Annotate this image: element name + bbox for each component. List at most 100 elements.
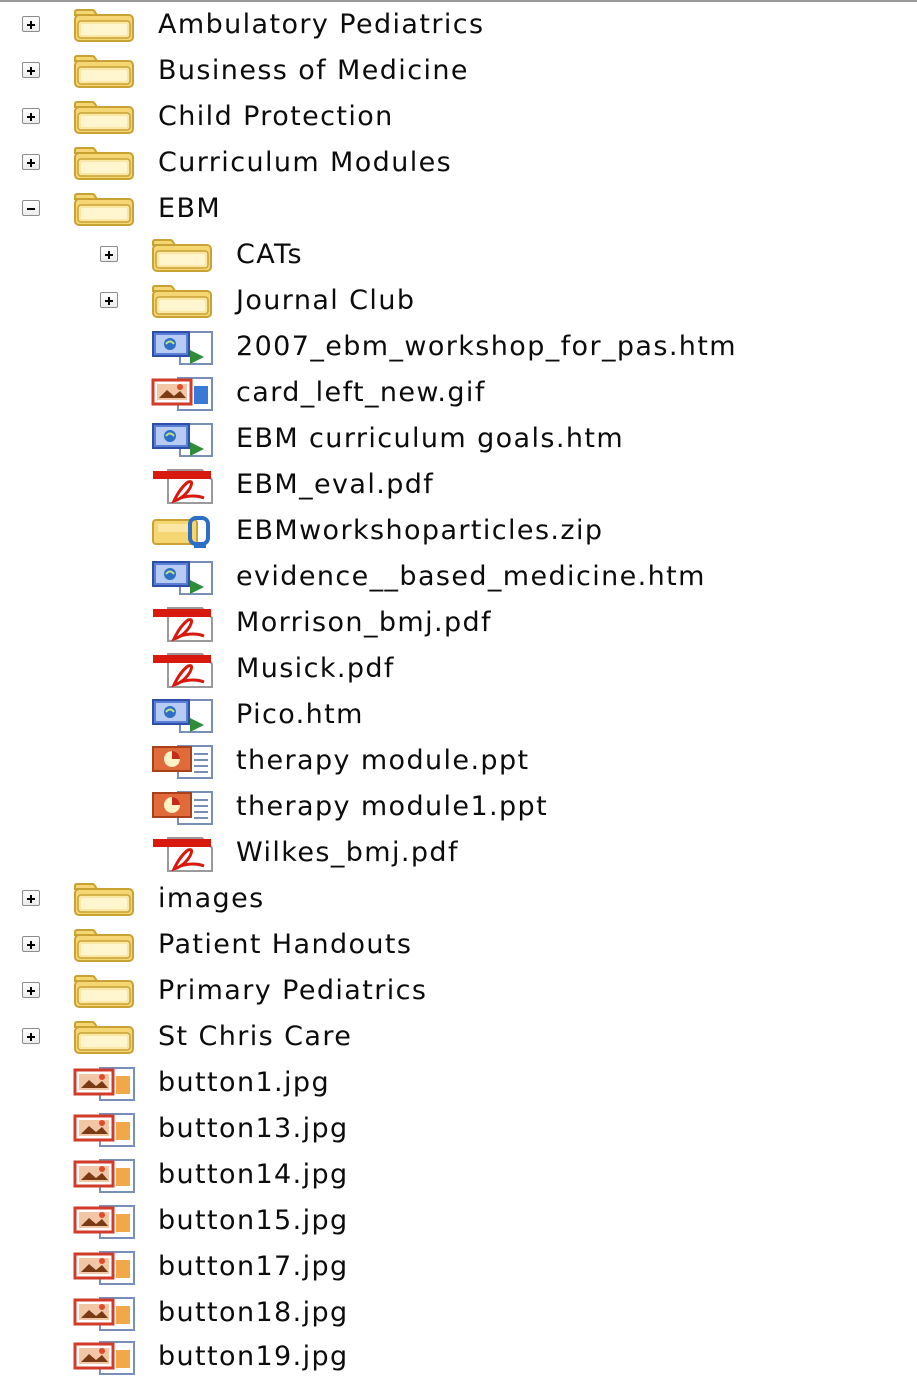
tree-item-label: CATs xyxy=(236,239,303,270)
tree-item-label: card_left_new.gif xyxy=(236,377,486,408)
tree-item-file-jpg[interactable]: button13.jpg xyxy=(0,1106,917,1152)
tree-item-curriculum-modules[interactable]: Curriculum Modules xyxy=(0,140,917,186)
tree-item-file-pdf[interactable]: Musick.pdf xyxy=(0,646,917,692)
pdf-file-icon xyxy=(150,606,216,642)
tree-item-file-jpg[interactable]: button1.jpg xyxy=(0,1060,917,1106)
html-file-icon xyxy=(150,422,216,458)
powerpoint-file-icon xyxy=(150,744,216,780)
tree-item-label: St Chris Care xyxy=(158,1021,353,1052)
tree-item-label: evidence__based_medicine.htm xyxy=(236,561,706,592)
folder-icon xyxy=(72,974,138,1010)
tree-item-label: EBM xyxy=(158,193,222,224)
tree-item-file-jpg[interactable]: button17.jpg xyxy=(0,1244,917,1290)
tree-item-cats[interactable]: CATs xyxy=(0,232,917,278)
tree-item-business-of-medicine[interactable]: Business of Medicine xyxy=(0,48,917,94)
tree-item-label: EBM curriculum goals.htm xyxy=(236,423,625,454)
tree-item-label: 2007_ebm_workshop_for_pas.htm xyxy=(236,331,737,362)
tree-item-file-htm[interactable]: 2007_ebm_workshop_for_pas.htm xyxy=(0,324,917,370)
tree-item-file-htm[interactable]: Pico.htm xyxy=(0,692,917,738)
tree-item-file-pdf[interactable]: Morrison_bmj.pdf xyxy=(0,600,917,646)
folder-icon xyxy=(72,146,138,182)
jpg-image-icon xyxy=(72,1112,138,1148)
html-file-icon xyxy=(150,698,216,734)
expand-toggle[interactable] xyxy=(22,982,40,998)
html-file-icon xyxy=(150,560,216,596)
collapse-toggle[interactable] xyxy=(22,200,40,216)
tree-item-images[interactable]: images xyxy=(0,876,917,922)
folder-icon xyxy=(72,882,138,918)
tree-item-label: images xyxy=(158,883,265,914)
tree-item-primary-pediatrics[interactable]: Primary Pediatrics xyxy=(0,968,917,1014)
expand-toggle[interactable] xyxy=(22,1028,40,1044)
tree-item-child-protection[interactable]: Child Protection xyxy=(0,94,917,140)
tree-item-label: Morrison_bmj.pdf xyxy=(236,607,492,638)
html-file-icon xyxy=(150,330,216,366)
jpg-image-icon xyxy=(72,1158,138,1194)
tree-item-label: Wilkes_bmj.pdf xyxy=(236,837,459,868)
tree-item-label: button15.jpg xyxy=(158,1205,349,1236)
jpg-image-icon xyxy=(72,1204,138,1240)
tree-item-ambulatory-pediatrics[interactable]: Ambulatory Pediatrics xyxy=(0,2,917,48)
tree-item-label: Child Protection xyxy=(158,101,394,132)
expand-toggle[interactable] xyxy=(22,62,40,78)
expand-toggle[interactable] xyxy=(100,292,118,308)
folder-icon xyxy=(72,54,138,90)
pdf-file-icon xyxy=(150,836,216,872)
tree-item-label: Curriculum Modules xyxy=(158,147,453,178)
tree-item-file-ppt[interactable]: therapy module.ppt xyxy=(0,738,917,784)
tree-item-file-htm[interactable]: EBM curriculum goals.htm xyxy=(0,416,917,462)
tree-item-label: Primary Pediatrics xyxy=(158,975,428,1006)
tree-item-file-zip[interactable]: EBMworkshoparticles.zip xyxy=(0,508,917,554)
expand-toggle[interactable] xyxy=(22,890,40,906)
folder-icon xyxy=(72,928,138,964)
expand-toggle[interactable] xyxy=(100,246,118,262)
folder-icon xyxy=(150,284,216,320)
powerpoint-file-icon xyxy=(150,790,216,826)
gif-image-icon xyxy=(150,376,216,412)
expand-toggle[interactable] xyxy=(22,108,40,124)
tree-item-label: Business of Medicine xyxy=(158,55,469,86)
tree-item-label: Ambulatory Pediatrics xyxy=(158,9,485,40)
tree-item-file-htm[interactable]: evidence__based_medicine.htm xyxy=(0,554,917,600)
jpg-image-icon xyxy=(72,1296,138,1332)
jpg-image-icon xyxy=(72,1340,138,1376)
tree-item-file-jpg[interactable]: button15.jpg xyxy=(0,1198,917,1244)
tree-item-label: button13.jpg xyxy=(158,1113,349,1144)
folder-icon xyxy=(72,8,138,44)
tree-item-label: EBM_eval.pdf xyxy=(236,469,435,500)
folder-icon xyxy=(72,1020,138,1056)
tree-item-label: Patient Handouts xyxy=(158,929,413,960)
tree-item-patient-handouts[interactable]: Patient Handouts xyxy=(0,922,917,968)
tree-item-file-ppt[interactable]: therapy module1.ppt xyxy=(0,784,917,830)
tree-item-file-pdf[interactable]: EBM_eval.pdf xyxy=(0,462,917,508)
tree-item-label: button14.jpg xyxy=(158,1159,349,1190)
tree-item-file-pdf[interactable]: Wilkes_bmj.pdf xyxy=(0,830,917,876)
jpg-image-icon xyxy=(72,1250,138,1286)
folder-icon xyxy=(72,100,138,136)
jpg-image-icon xyxy=(72,1066,138,1102)
tree-item-label: button19.jpg xyxy=(158,1341,349,1372)
tree-item-label: EBMworkshoparticles.zip xyxy=(236,515,604,546)
tree-item-label: therapy module.ppt xyxy=(236,745,530,776)
pdf-file-icon xyxy=(150,468,216,504)
tree-item-label: therapy module1.ppt xyxy=(236,791,549,822)
folder-open-icon xyxy=(72,192,138,228)
tree-item-label: button17.jpg xyxy=(158,1251,349,1282)
zip-archive-icon xyxy=(150,514,216,550)
tree-item-file-jpg[interactable]: button18.jpg xyxy=(0,1290,917,1336)
tree-item-ebm[interactable]: EBM xyxy=(0,186,917,232)
folder-tree: Ambulatory Pediatrics Business of Medici… xyxy=(0,0,917,1375)
expand-toggle[interactable] xyxy=(22,936,40,952)
tree-item-file-jpg[interactable]: button19.jpg xyxy=(0,1334,917,1380)
tree-item-st-chris-care[interactable]: St Chris Care xyxy=(0,1014,917,1060)
tree-item-journal-club[interactable]: Journal Club xyxy=(0,278,917,324)
expand-toggle[interactable] xyxy=(22,154,40,170)
tree-item-file-gif[interactable]: card_left_new.gif xyxy=(0,370,917,416)
folder-icon xyxy=(150,238,216,274)
tree-item-label: Journal Club xyxy=(236,285,416,316)
tree-item-file-jpg[interactable]: button14.jpg xyxy=(0,1152,917,1198)
tree-item-label: button1.jpg xyxy=(158,1067,330,1098)
pdf-file-icon xyxy=(150,652,216,688)
expand-toggle[interactable] xyxy=(22,16,40,32)
tree-item-label: button18.jpg xyxy=(158,1297,349,1328)
